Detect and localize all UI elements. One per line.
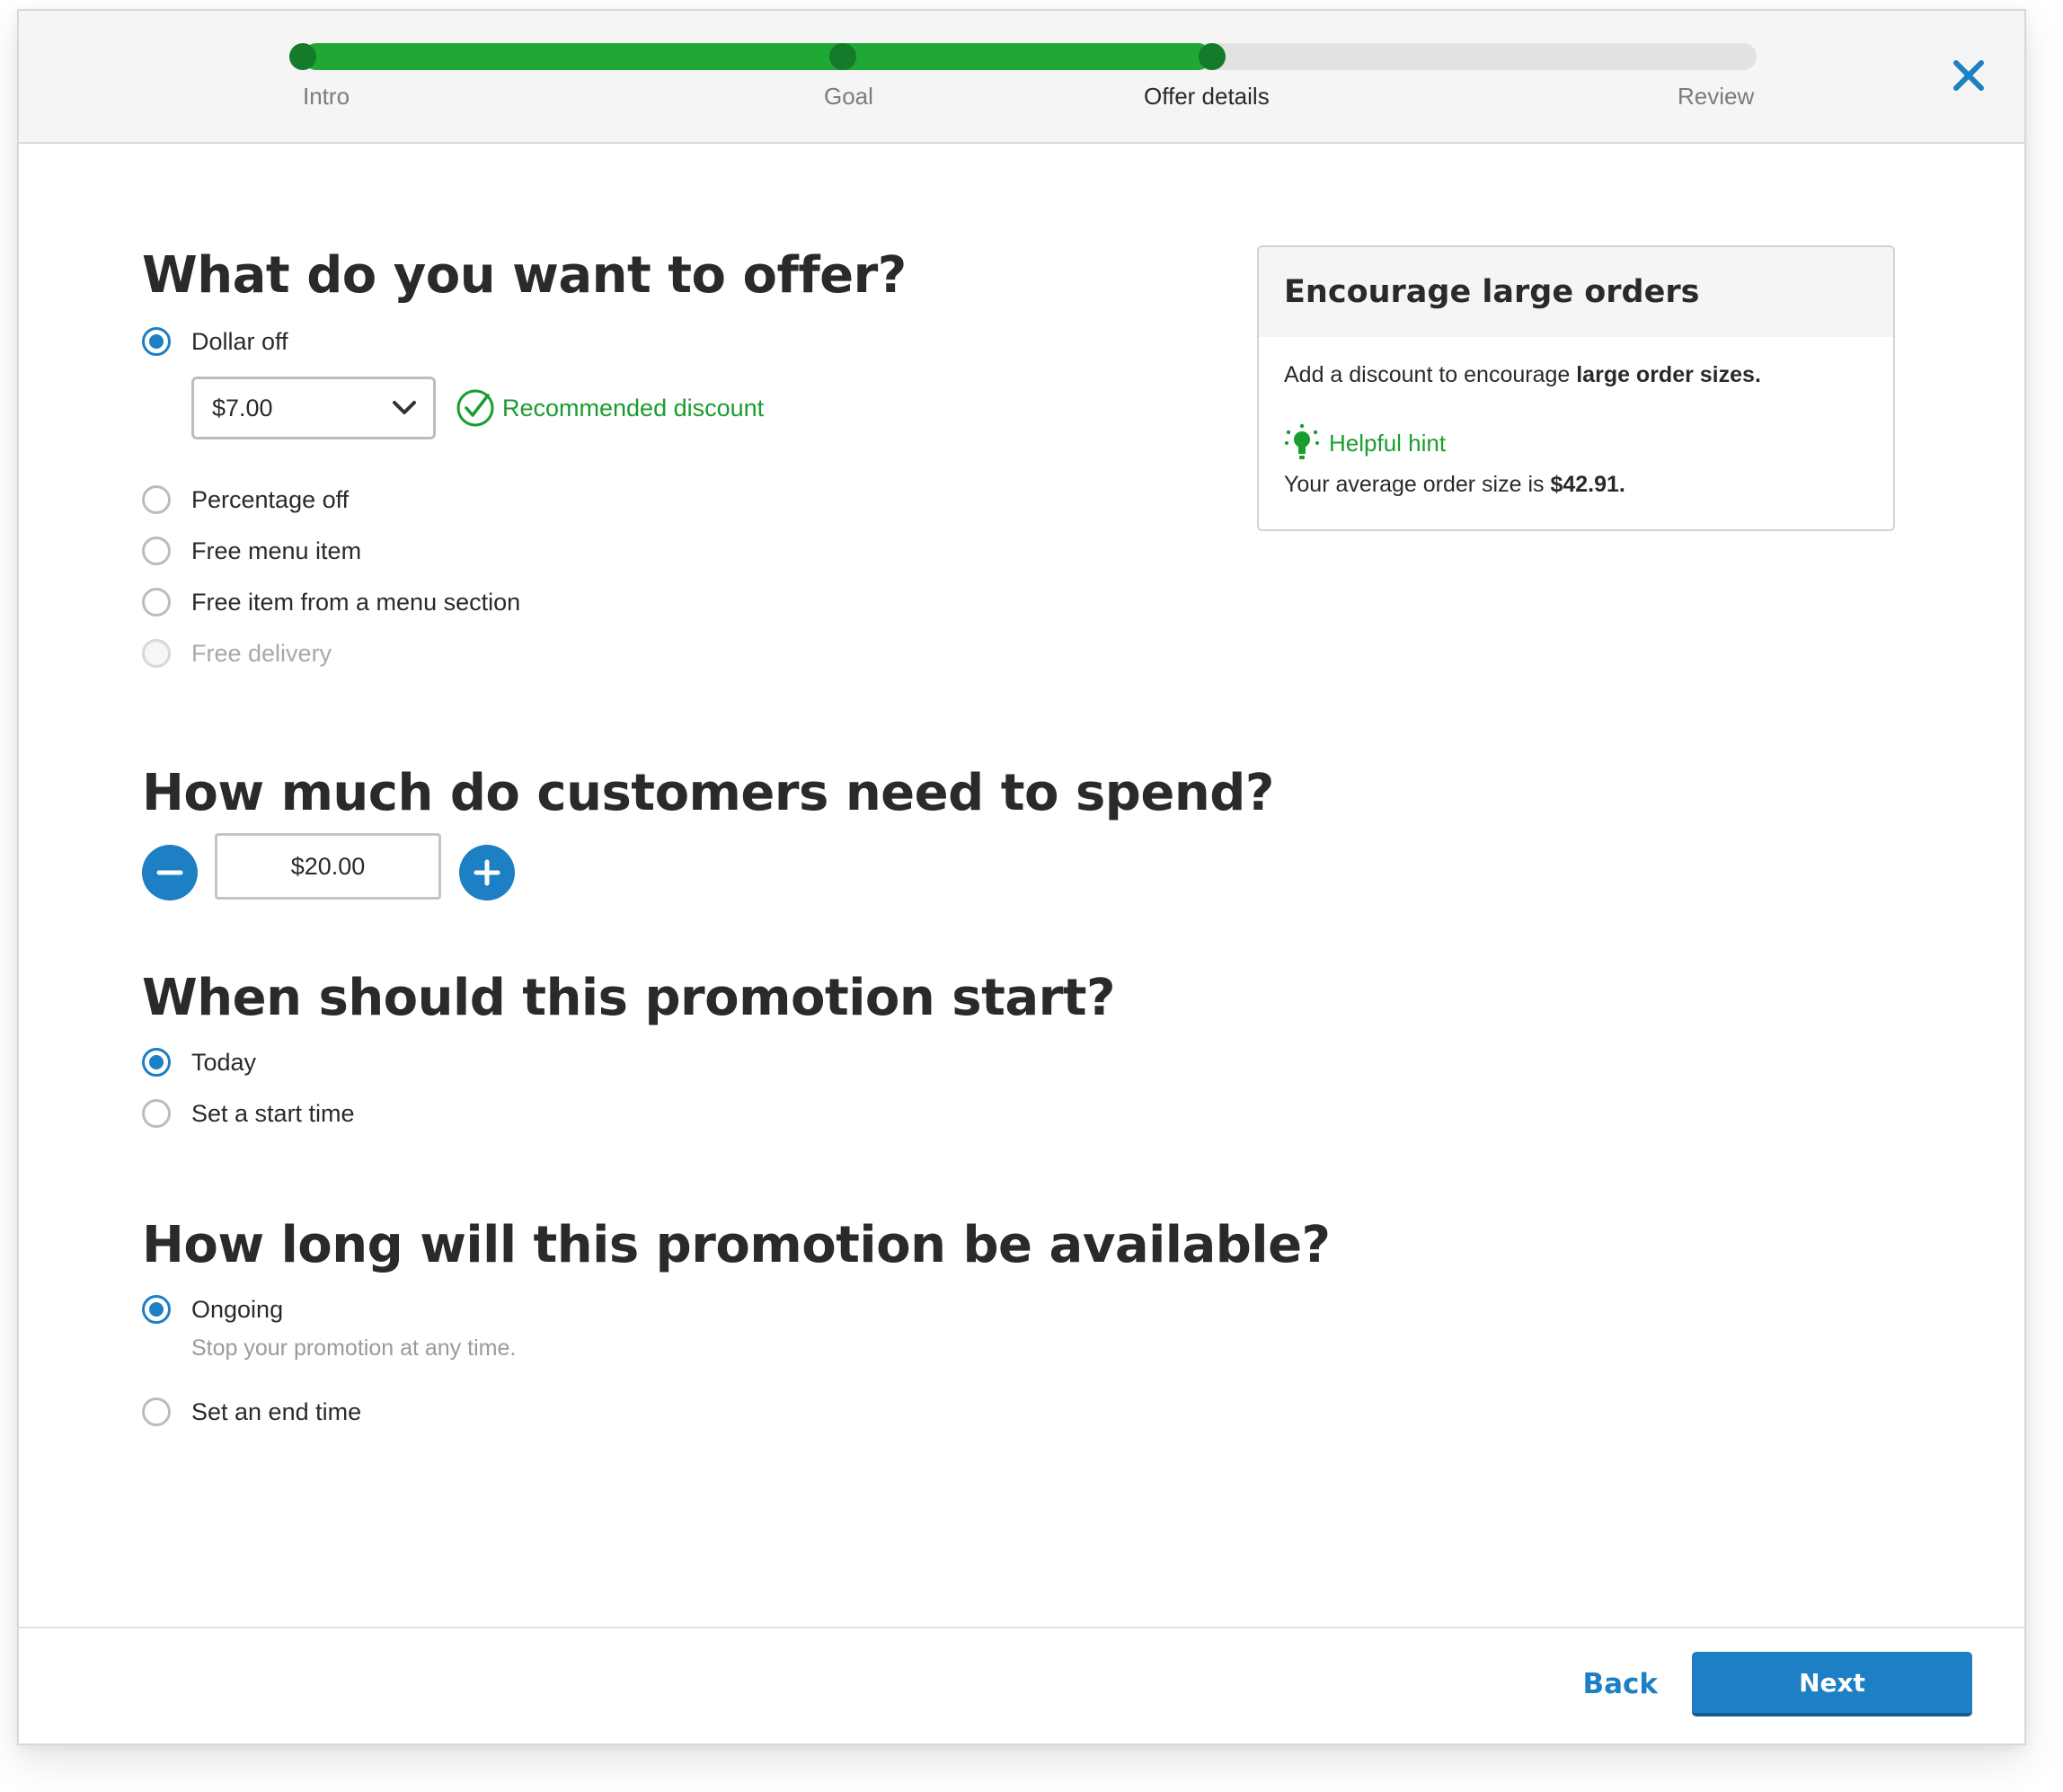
wizard-header: Intro Goal Offer details Review [19,11,2024,144]
average-order-text: Your average order size is [1284,472,1551,497]
progress-track [303,43,1757,70]
plus-icon [474,859,500,886]
helpful-hint-label: Helpful hint [1329,429,1447,457]
info-card-body-bold: large order sizes. [1576,362,1761,387]
info-card-title: Encourage large orders [1259,247,1893,337]
helpful-hint: Helpful hint [1284,423,1446,463]
step-label-goal[interactable]: Goal [824,83,873,111]
start-option-today[interactable]: Today [142,1044,256,1080]
duration-option-label: Ongoing [191,1295,284,1323]
wizard-footer: Back Next [19,1627,2024,1743]
average-order-value: $42.91. [1550,472,1625,497]
offer-option-free-menu-item[interactable]: Free menu item [142,533,361,569]
step-label-review: Review [1678,83,1755,110]
offer-option-dollar-off[interactable]: Dollar off [142,324,288,359]
progress-fill [303,43,1212,70]
step-dot-goal [829,43,856,70]
start-option-label: Today [191,1048,257,1076]
min-spend-input[interactable]: $20.00 [215,833,441,900]
next-button[interactable]: Next [1692,1652,1972,1717]
dollar-amount-select[interactable]: $7.00 [191,377,436,439]
radio-button[interactable] [142,1099,171,1128]
radio-button[interactable] [142,588,171,617]
radio-button[interactable] [142,537,171,565]
offer-option-label: Percentage off [191,485,350,513]
back-button[interactable]: Back [1582,1668,1658,1700]
duration-option-ongoing[interactable]: Ongoing [142,1291,283,1327]
duration-option-label: Set an end time [191,1397,362,1425]
radio-button [142,639,171,668]
duration-option-sublabel: Stop your promotion at any time. [191,1335,517,1361]
decrement-button[interactable] [142,845,198,900]
lightbulb-icon [1285,423,1319,459]
step-label-offer-details: Offer details [1144,83,1270,110]
spend-question-title: How much do customers need to spend? [142,764,1274,822]
offer-option-label: Free menu item [191,537,362,564]
offer-option-free-item-from-section[interactable]: Free item from a menu section [142,584,520,620]
start-option-label: Set a start time [191,1099,355,1127]
offer-option-label: Dollar off [191,327,288,355]
radio-button[interactable] [142,1397,171,1426]
info-card: Encourage large orders Add a discount to… [1257,245,1895,531]
offer-option-free-delivery: Free delivery [142,635,332,671]
duration-question-title: How long will this promotion be availabl… [142,1216,1331,1274]
recommended-discount-label: Recommended discount [502,394,765,421]
offer-option-percentage-off[interactable]: Percentage off [142,482,349,518]
radio-button[interactable] [142,485,171,514]
radio-button[interactable] [142,1295,171,1324]
recommended-discount-badge: Recommended discount [456,388,764,428]
offer-option-label: Free item from a menu section [191,588,521,616]
radio-button[interactable] [142,327,171,356]
close-icon [1953,60,1984,91]
step-dot-offer-details [1199,43,1226,70]
average-order-line: Your average order size is $42.91. [1284,472,1625,498]
offer-option-label: Free delivery [191,639,332,667]
info-card-body-text: Add a discount to encourage [1284,362,1577,387]
increment-button[interactable] [459,845,515,900]
start-option-set-start-time[interactable]: Set a start time [142,1096,355,1131]
duration-option-set-end-time[interactable]: Set an end time [142,1394,361,1430]
start-question-title: When should this promotion start? [142,969,1116,1027]
radio-button[interactable] [142,1048,171,1077]
chevron-down-icon [393,401,416,414]
offer-question-title: What do you want to offer? [142,246,907,305]
step-dot-intro [289,43,316,70]
check-circle-icon [456,389,494,427]
step-label-intro[interactable]: Intro [303,83,350,111]
info-card-body: Add a discount to encourage large order … [1284,362,1761,388]
dollar-amount-value: $7.00 [212,394,273,421]
promotion-wizard-window: Intro Goal Offer details Review What do … [17,9,2026,1745]
close-button[interactable] [1949,56,1988,95]
minus-icon [156,870,183,875]
